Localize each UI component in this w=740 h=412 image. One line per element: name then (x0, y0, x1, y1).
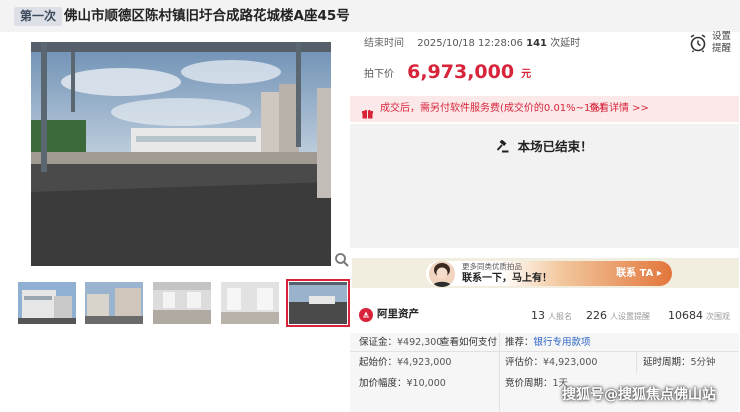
contact-main-text: 联系一下，马上有！ (462, 273, 552, 284)
auction-ended-text: 本场已结束！ (517, 139, 593, 154)
watermark: 搜狐号@搜狐焦点佛山站 (562, 387, 716, 403)
delay-period-row: 延时周期：5分钟 (643, 356, 716, 370)
thumbnail-1[interactable] (18, 282, 76, 324)
gift-icon (362, 104, 373, 119)
stat-value: 226 (586, 309, 607, 322)
service-fee-notice: 成交后，需另付软件服务费(成交价的0.01%~1%) 查看详情 >> (350, 96, 739, 122)
auction-ended-status: 本场已结束！ (350, 136, 739, 155)
service-fee-text: 成交后，需另付软件服务费(成交价的0.01%~1%) (380, 103, 604, 114)
divider (350, 351, 739, 352)
set-reminder-label: 设置提醒 (712, 31, 732, 54)
extend-count: 141 (526, 38, 547, 49)
ali-asset-logo-icon (359, 307, 373, 322)
recommend-label: 推荐： (505, 337, 534, 348)
end-time-value: 2025/10/18 12:28:06 (417, 38, 523, 49)
deposit-row: 保证金：¥492,300 (359, 336, 442, 350)
delay-period-value: 5分钟 (690, 357, 716, 368)
recommend-row: 推荐：银行专用款项 (505, 336, 591, 350)
start-price-label: 起始价： (359, 357, 398, 368)
how-to-pay-link[interactable]: 查看如何支付 (440, 336, 497, 350)
price-unit: 元 (521, 68, 532, 80)
start-price-value: ¥4,923,000 (397, 357, 452, 368)
platform-name: 阿里资产 (377, 308, 419, 320)
stat-views: 10684 次围观 (668, 307, 730, 324)
bid-cycle-label: 竞价周期： (505, 378, 553, 389)
increment-label: 加价幅度： (359, 378, 407, 389)
thumbnail-5-selected[interactable] (286, 279, 350, 327)
assessed-price-row: 评估价：¥4,923,000 (505, 356, 597, 370)
contact-button-label: 联系 TA (616, 268, 654, 279)
contact-subtext: 更多同类优质拍品 (462, 262, 522, 271)
extend-label: 次延时 (550, 38, 581, 49)
rooftop-photo (31, 42, 331, 266)
start-price-row: 起始价：¥4,923,000 (359, 356, 451, 370)
contact-button[interactable]: 联系 TA ▸ (608, 263, 670, 284)
price-label: 拍下价 (364, 68, 394, 80)
end-time-row: 结束时间 2025/10/18 12:28:06 141 次延时 (364, 37, 580, 51)
delay-period-label: 延时周期： (643, 357, 691, 368)
price-value: 6,973,000 (407, 61, 515, 83)
end-time-label: 结束时间 (364, 38, 404, 49)
title-bar: 第一次 佛山市顺德区陈村镇旧圩合成路花城楼A座45号 (0, 0, 740, 32)
price-row: 拍下价 6,973,000 元 (364, 61, 531, 83)
assessed-price-label: 评估价： (505, 357, 544, 368)
stat-label: 人设置提醒 (610, 312, 650, 321)
main-photo[interactable] (31, 42, 331, 266)
stat-value: 13 (531, 309, 545, 322)
arrow-right-icon: ▸ (656, 268, 662, 279)
zoom-icon[interactable] (334, 252, 350, 268)
thumbnail-4[interactable] (221, 282, 279, 324)
increment-value: ¥10,000 (406, 378, 446, 389)
deposit-value: ¥492,300 (397, 337, 443, 348)
increment-row: 加价幅度：¥10,000 (359, 377, 446, 391)
stat-label: 次围观 (706, 312, 730, 321)
bid-cycle-row: 竞价周期：1天 (505, 377, 568, 391)
page-title: 佛山市顺德区陈村镇旧圩合成路花城楼A座45号 (64, 8, 350, 24)
bank-payment-link[interactable]: 银行专用款项 (534, 337, 591, 348)
thumbnail-3[interactable] (153, 282, 211, 324)
agent-avatar (429, 261, 455, 287)
view-details-link[interactable]: 查看详情 >> (589, 96, 649, 122)
assessed-price-value: ¥4,923,000 (543, 357, 598, 368)
gavel-icon (496, 139, 509, 153)
stat-reminders: 226 人设置提醒 (586, 307, 650, 324)
set-reminder-button[interactable]: 设置提醒 (689, 31, 737, 57)
stat-value: 10684 (668, 309, 703, 322)
thumbnail-2[interactable] (85, 282, 143, 324)
round-badge: 第一次 (14, 7, 63, 26)
divider (636, 351, 637, 373)
alarm-clock-icon (689, 33, 707, 53)
auction-status-panel: 本场已结束！ (350, 124, 739, 248)
stat-signups: 13 人报名 (531, 307, 572, 324)
deposit-label: 保证金： (359, 337, 398, 348)
stat-label: 人报名 (548, 312, 572, 321)
divider (499, 333, 500, 412)
